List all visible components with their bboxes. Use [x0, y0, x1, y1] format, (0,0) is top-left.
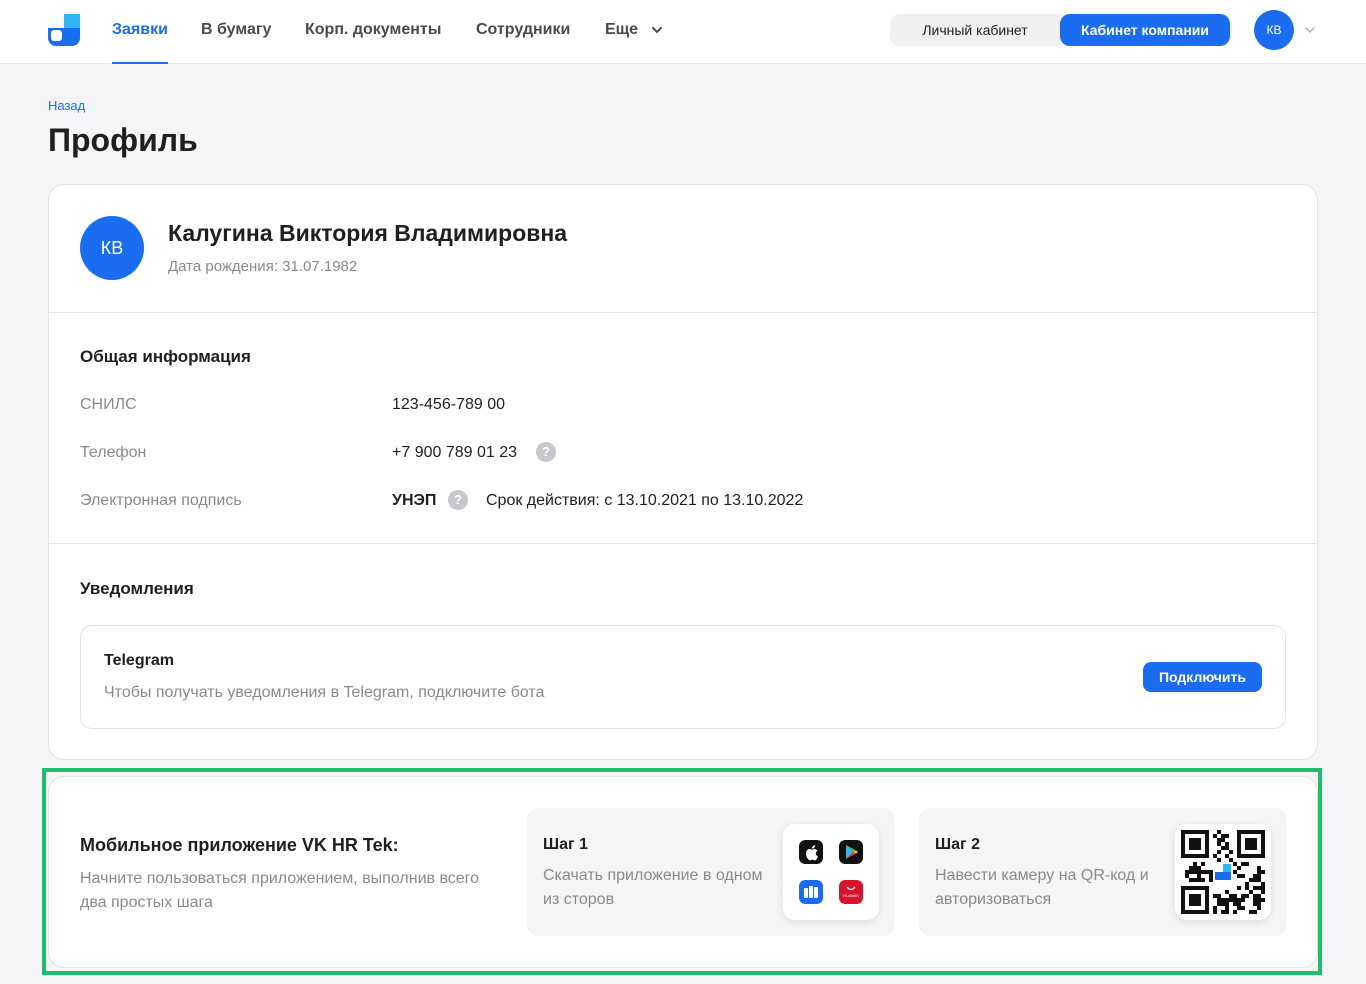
company-cabinet-button[interactable]: Кабинет компании — [1060, 14, 1230, 46]
esign-type: УНЭП — [392, 492, 437, 509]
nav-more-label: Еще — [605, 21, 639, 38]
divider — [49, 312, 1317, 313]
profile-avatar: КВ — [80, 216, 144, 280]
app-store-icon[interactable] — [799, 840, 823, 864]
step-2-title: Шаг 2 — [935, 836, 980, 853]
telegram-description: Чтобы получать уведомления в Telegram, п… — [104, 684, 545, 701]
step-1-description: Скачать приложение в одном из сторов — [543, 867, 763, 908]
profile-name: Калугина Виктория Владимировна — [168, 220, 568, 246]
cabinet-switch: Личный кабинет Кабинет компании — [890, 14, 1232, 46]
telegram-notification-box: Telegram Чтобы получать уведомления в Te… — [80, 625, 1286, 729]
user-avatar[interactable]: КВ — [1254, 10, 1294, 50]
phone-help-icon[interactable]: ? — [536, 442, 556, 462]
esign-help-icon[interactable]: ? — [448, 490, 468, 510]
qr-code-icon — [1181, 830, 1265, 914]
personal-cabinet-button[interactable]: Личный кабинет — [890, 14, 1060, 46]
mobile-app-description: Начните пользоваться приложением, выполн… — [80, 870, 480, 911]
general-info-title: Общая информация — [80, 347, 251, 366]
page-title: Профиль — [48, 122, 198, 158]
step-2-box: Шаг 2 Навести камеру на QR-код и авториз… — [919, 808, 1287, 936]
chevron-down-icon[interactable] — [1304, 26, 1316, 34]
google-play-icon[interactable] — [839, 840, 863, 864]
step-1-title: Шаг 1 — [543, 836, 588, 853]
snils-label: СНИЛС — [80, 396, 137, 413]
top-bar: Заявки В бумагу Корп. документы Сотрудни… — [0, 0, 1366, 64]
nav-tab-corp-docs[interactable]: Корп. документы — [305, 0, 441, 64]
esign-validity: Срок действия: с 13.10.2021 по 13.10.202… — [486, 492, 804, 509]
svg-text:HUAWEI: HUAWEI — [843, 893, 859, 898]
phone-value: +7 900 789 01 23 — [392, 444, 518, 461]
app-logo[interactable] — [48, 14, 80, 46]
nav-tab-employees[interactable]: Сотрудники — [476, 0, 570, 64]
nav-tab-to-paper[interactable]: В бумагу — [201, 0, 271, 64]
app-stores-tile: HUAWEI — [783, 824, 879, 920]
connect-telegram-button[interactable]: Подключить — [1143, 662, 1262, 692]
telegram-title: Telegram — [104, 652, 174, 669]
rustore-icon[interactable] — [799, 880, 823, 904]
qr-code-tile — [1175, 824, 1271, 920]
mobile-app-title: Мобильное приложение VK HR Tek: — [80, 835, 399, 855]
profile-card: КВ Калугина Виктория Владимировна Дата р… — [48, 184, 1318, 760]
divider — [49, 543, 1317, 544]
snils-value: 123-456-789 00 — [392, 396, 505, 413]
notifications-title: Уведомления — [80, 579, 194, 598]
appgallery-icon[interactable]: HUAWEI — [839, 880, 863, 904]
nav-tab-more[interactable]: Еще — [605, 0, 663, 64]
step-2-description: Навести камеру на QR-код и авторизоватьс… — [935, 867, 1149, 908]
profile-birth-date: Дата рождения: 31.07.1982 — [168, 258, 358, 275]
nav-tab-requests[interactable]: Заявки — [112, 0, 168, 64]
chevron-down-icon — [651, 26, 662, 34]
back-link[interactable]: Назад — [48, 98, 85, 113]
mobile-app-card: Мобильное приложение VK HR Tek: Начните … — [48, 776, 1318, 968]
phone-label: Телефон — [80, 444, 147, 461]
esign-label: Электронная подпись — [80, 492, 242, 509]
step-1-box: Шаг 1 Скачать приложение в одном из стор… — [527, 808, 895, 936]
